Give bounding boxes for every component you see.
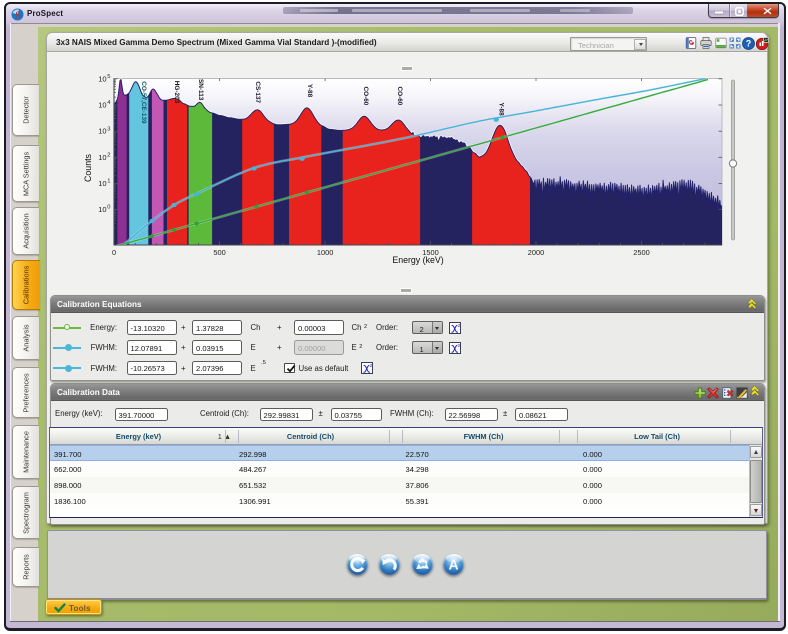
svg-text:SN-113: SN-113 [197, 79, 204, 101]
svg-text:1000: 1000 [317, 248, 333, 257]
svg-text:Energy (keV): Energy (keV) [392, 255, 443, 265]
svg-text:2000: 2000 [528, 248, 544, 257]
svg-text:CO-60: CO-60 [396, 87, 403, 106]
svg-text:CS-137: CS-137 [254, 81, 261, 103]
svg-text:101: 101 [98, 179, 110, 188]
svg-text:0: 0 [112, 248, 116, 257]
svg-text:Y-88: Y-88 [498, 103, 505, 117]
svg-text:2: 2 [369, 363, 371, 368]
svg-text:HG-203: HG-203 [173, 81, 180, 104]
svg-text:?: ? [746, 38, 752, 48]
svg-text:2: 2 [457, 323, 459, 328]
svg-text:Y-88: Y-88 [306, 84, 313, 98]
svg-text:2: 2 [457, 343, 459, 348]
svg-text:105: 105 [98, 74, 110, 83]
svg-text:104: 104 [98, 100, 111, 109]
svg-text:500: 500 [213, 248, 225, 257]
svg-text:102: 102 [98, 152, 110, 161]
svg-text:103: 103 [98, 126, 110, 135]
svg-text:2500: 2500 [633, 248, 649, 257]
svg-text:CO-57,CE-139: CO-57,CE-139 [140, 81, 147, 124]
svg-text:CO-60: CO-60 [362, 87, 369, 106]
svg-text:Counts: Counts [83, 153, 93, 181]
svg-text:S: S [15, 11, 21, 22]
svg-text:100: 100 [98, 205, 110, 214]
svg-text:A: A [448, 556, 458, 572]
